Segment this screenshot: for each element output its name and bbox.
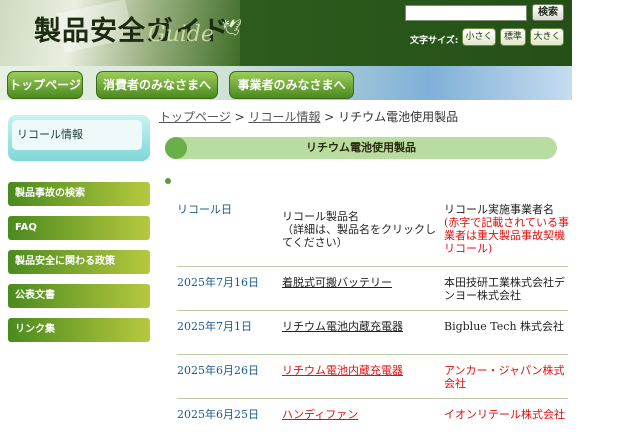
row-date: 2025年7月1日 [177,320,252,333]
breadcrumb-current: リチウム電池使用製品 [338,110,459,124]
search-input[interactable] [405,5,527,21]
text-size-label: 文字サイズ: [410,36,459,46]
column-header-product-note: （詳細は、製品名をクリックしてください） [282,223,436,249]
breadcrumb-separator: > [320,110,339,124]
list-bullet-icon [165,178,171,184]
breadcrumb-recall-link[interactable]: リコール情報 [248,110,320,124]
row-vendor: イオンリテール株式会社 [444,408,565,421]
column-header-vendor: リコール実施事業者名 (赤字で記載されている事業者は重大製品事故契機リコール) [444,203,569,255]
sidebar-item-faq[interactable]: FAQ [8,216,150,240]
row-date: 2025年7月16日 [177,276,259,289]
page-right-margin [572,0,640,446]
column-header-vendor-note: (赤字で記載されている事業者は重大製品事故契機リコール) [444,216,569,255]
row-product-link[interactable]: ハンディファン [282,408,358,421]
page-title: リチウム電池使用製品 [306,141,416,154]
text-size-small-button[interactable]: 小さく [462,28,496,46]
row-product-link[interactable]: リチウム電池内蔵充電器 [282,364,403,377]
site-header: 製品安全ガイド Guide 🕊 検索 文字サイズ: 小さく 標準 大きく [0,0,572,66]
column-header-vendor-title: リコール実施事業者名 [444,203,554,216]
nav-top-page[interactable]: トップページ [7,71,83,99]
sidebar-item-accident-search[interactable]: 製品事故の検索 [8,182,150,206]
sidebar-item-recall-info[interactable]: リコール情報 [12,120,142,150]
row-date: 2025年6月25日 [177,408,259,421]
breadcrumb: トップページ > リコール情報 > リチウム電池使用製品 [159,108,458,125]
row-divider [177,310,568,311]
nav-businesses[interactable]: 事業者のみなさまへ [229,71,354,99]
row-product-link[interactable]: 着脱式可搬バッテリー [282,276,392,289]
nav-consumers[interactable]: 消費者のみなさまへ [96,71,218,99]
row-vendor: Bigblue Tech 株式会社 [444,320,565,333]
row-date: 2025年6月26日 [177,364,259,377]
row-product-link[interactable]: リチウム電池内蔵充電器 [282,320,403,333]
sidebar-item-links[interactable]: リンク集 [8,318,150,342]
column-header-product-title: リコール製品名 [282,210,359,223]
sidebar-item-publications[interactable]: 公表文書 [8,284,150,308]
row-divider [177,398,568,399]
breadcrumb-home-link[interactable]: トップページ [159,110,231,124]
row-divider [177,354,568,355]
site-logo-sub: Guide [148,22,214,47]
text-size-standard-button[interactable]: 標準 [500,28,526,46]
column-header-date: リコール日 [177,203,232,216]
text-size-large-button[interactable]: 大きく [530,28,564,46]
global-nav: トップページ 消費者のみなさまへ 事業者のみなさまへ [0,66,572,100]
column-header-product: リコール製品名 （詳細は、製品名をクリックしてください） [282,210,442,249]
row-divider [177,266,568,267]
breadcrumb-separator: > [230,110,249,124]
sidebar-item-policy[interactable]: 製品安全に関わる政策 [8,250,150,274]
search-button[interactable]: 検索 [532,4,564,21]
dove-icon: 🕊 [222,18,243,37]
row-vendor: 本田技研工業株式会社デンヨー株式会社 [444,276,565,302]
row-vendor: アンカー・ジャパン株式会社 [444,364,565,390]
